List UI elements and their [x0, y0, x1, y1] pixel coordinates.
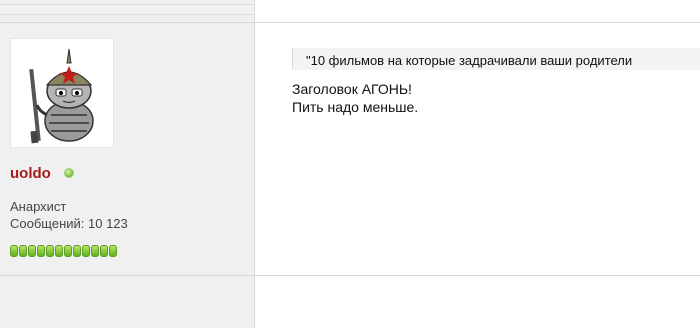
reputation-pip-icon: [64, 245, 72, 257]
reputation-pip-icon: [109, 245, 117, 257]
reputation-pip-icon: [91, 245, 99, 257]
username-link[interactable]: uoldo: [10, 165, 51, 182]
reputation-pip-icon: [46, 245, 54, 257]
user-rank: Анархист: [10, 199, 67, 214]
column-divider: [254, 0, 255, 22]
reputation-pip-icon: [73, 245, 81, 257]
reputation-bar: [10, 245, 117, 257]
reputation-pip-icon: [28, 245, 36, 257]
avatar[interactable]: [10, 38, 114, 148]
reputation-pip-icon: [55, 245, 63, 257]
reputation-pip-icon: [82, 245, 90, 257]
post-count: Сообщений: 10 123: [10, 216, 128, 231]
column-divider: [254, 276, 255, 328]
quote-text: "10 фильмов на которые задрачивали ваши …: [306, 53, 633, 68]
reputation-pip-icon: [100, 245, 108, 257]
previous-post-footer: [0, 0, 700, 22]
reputation-pip-icon: [10, 245, 18, 257]
next-post-sidebar: [0, 276, 254, 328]
divider-line: [0, 4, 254, 5]
online-status-icon: [64, 168, 74, 178]
reputation-pip-icon: [37, 245, 45, 257]
reputation-pip-icon: [19, 245, 27, 257]
divider-line: [0, 14, 254, 15]
post-text-line: Пить надо меньше.: [292, 99, 419, 115]
cat-soldier-avatar-icon: [29, 48, 94, 144]
post-text-line: Заголовок АГОНЬ!: [292, 81, 412, 97]
